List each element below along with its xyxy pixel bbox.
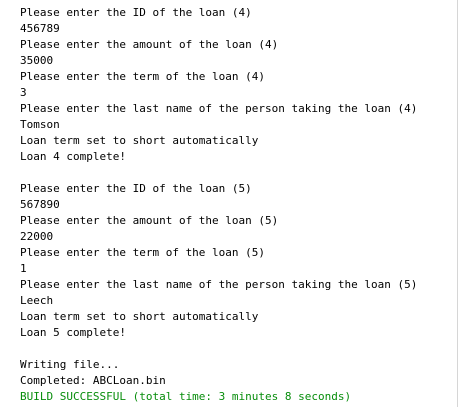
console-message-line: Loan term set to short automatically (20, 310, 259, 323)
console-prompt-line: Please enter the last name of the person… (20, 102, 418, 115)
console-input-line: 35000 (20, 54, 54, 67)
console-prompt-line: Please enter the ID of the loan (5) (20, 182, 252, 195)
console-message-line: Loan 5 complete! (20, 326, 126, 339)
console-message-line: Loan 4 complete! (20, 150, 126, 163)
console-message-line: Loan term set to short automatically (20, 134, 259, 147)
console-input-line: 3 (20, 86, 27, 99)
console-message-line: Writing file... (20, 358, 120, 371)
console-prompt-line: Please enter the amount of the loan (4) (20, 38, 279, 51)
output-console[interactable]: Please enter the ID of the loan (4) 45678… (0, 0, 458, 407)
console-output-text: Please enter the ID of the loan (4) 45678… (20, 5, 454, 405)
console-input-line: 456789 (20, 22, 60, 35)
console-input-line: 22000 (20, 230, 54, 243)
console-prompt-line: Please enter the ID of the loan (4) (20, 6, 252, 19)
console-input-line: Leech (20, 294, 54, 307)
console-prompt-line: Please enter the term of the loan (4) (20, 70, 266, 83)
console-input-line: 1 (20, 262, 27, 275)
console-prompt-line: Please enter the amount of the loan (5) (20, 214, 279, 227)
console-message-line: Completed: ABCLoan.bin (20, 374, 166, 387)
console-input-line: Tomson (20, 118, 60, 131)
console-prompt-line: Please enter the term of the loan (5) (20, 246, 266, 259)
build-status-line: BUILD SUCCESSFUL (total time: 3 minutes … (20, 390, 352, 403)
console-input-line: 567890 (20, 198, 60, 211)
console-prompt-line: Please enter the last name of the person… (20, 278, 418, 291)
